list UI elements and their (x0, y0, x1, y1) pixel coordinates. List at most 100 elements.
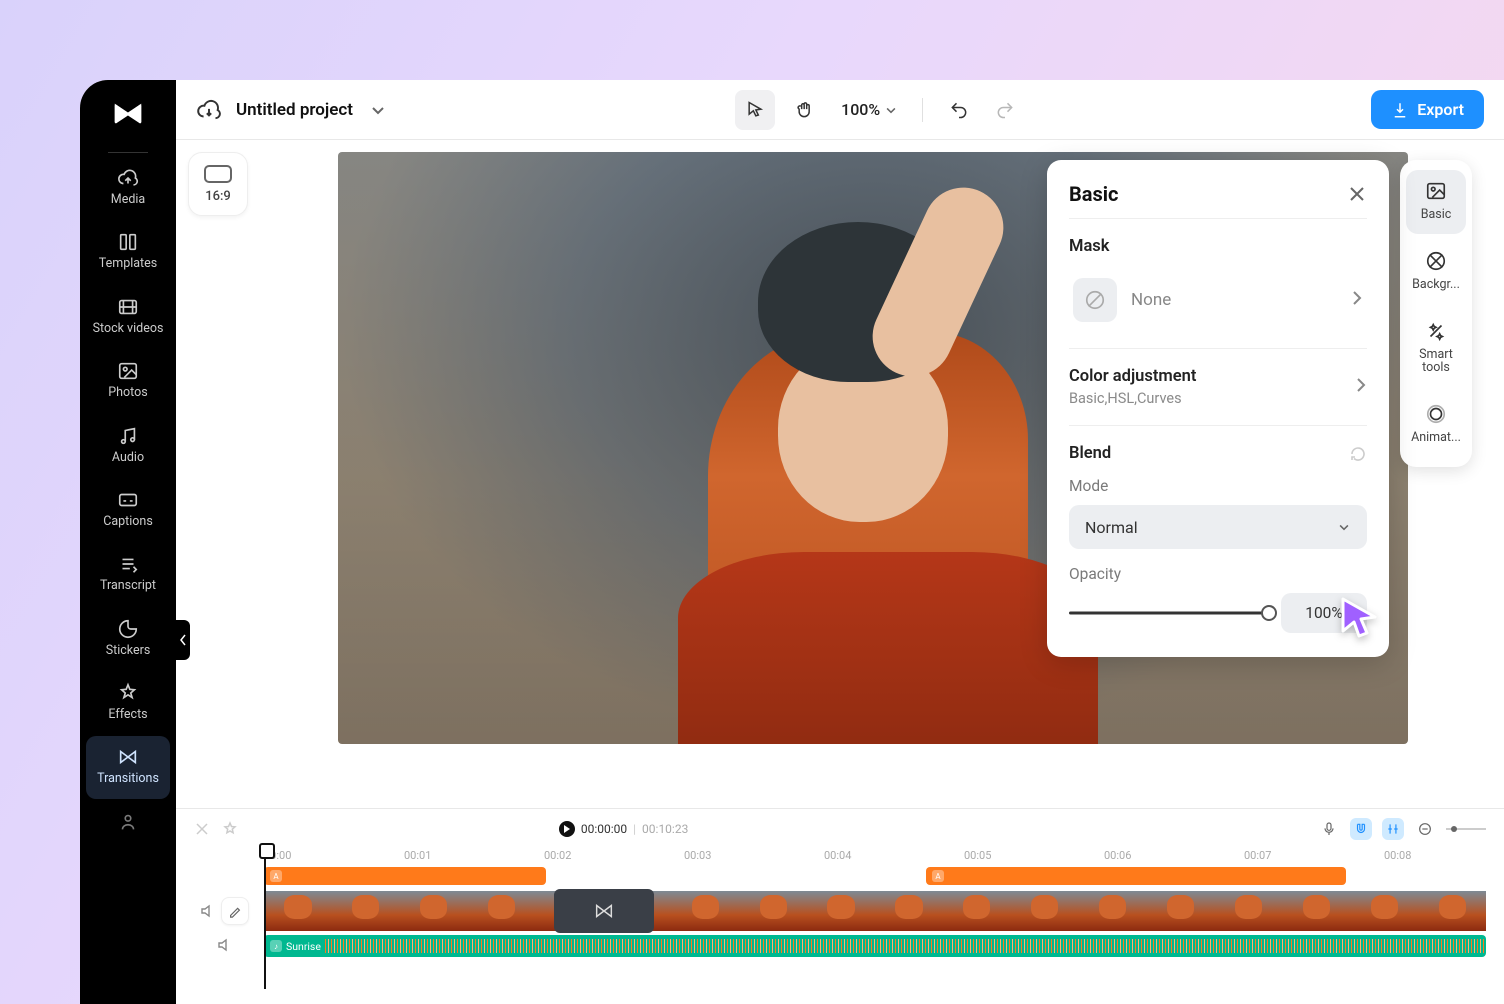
separator (922, 98, 923, 122)
transition-block[interactable] (554, 889, 654, 933)
topbar: Untitled project 100% (176, 80, 1504, 140)
sidebar-item-stickers[interactable]: Stickers (86, 608, 170, 670)
sidebar-item-photos[interactable]: Photos (86, 350, 170, 412)
rail-label: Basic (1421, 208, 1452, 222)
redo-button[interactable] (987, 92, 1023, 128)
rail-item-background[interactable]: Backgr... (1406, 240, 1466, 304)
edit-track-button[interactable] (221, 897, 249, 925)
cloud-sync-icon[interactable] (196, 97, 222, 123)
opacity-field-label: Opacity (1069, 565, 1367, 583)
time-ruler[interactable]: 00:00 00:01 00:02 00:03 00:04 00:05 00:0… (264, 849, 1486, 867)
properties-rail: Basic Backgr... Smart tools Animat... (1400, 160, 1472, 467)
cursor-pointer-overlay (1337, 595, 1381, 639)
clip-label-bar[interactable]: A (926, 867, 1346, 885)
current-time: 00:00:00 (581, 822, 627, 836)
templates-icon (117, 231, 139, 253)
sidebar-item-effects[interactable]: Effects (86, 672, 170, 734)
audio-track-head (194, 937, 254, 953)
slider-thumb[interactable] (1261, 605, 1277, 621)
ruler-tick: 00:03 (684, 849, 711, 862)
reset-icon[interactable] (1349, 445, 1367, 463)
timeline: 00:00:00 | 00:10:23 00:00 00:01 00:02 00… (176, 808, 1504, 1004)
ruler-tick: 00:02 (544, 849, 571, 862)
opacity-slider[interactable] (1069, 605, 1269, 621)
mic-icon[interactable] (1318, 818, 1340, 840)
ruler-tick: 00:08 (1384, 849, 1411, 862)
sidebar-item-transitions[interactable]: Transitions (86, 736, 170, 798)
sidebar-item-stock-videos[interactable]: Stock videos (86, 286, 170, 348)
zoom-out-icon[interactable] (1414, 818, 1436, 840)
sidebar-item-brand[interactable] (86, 801, 170, 845)
favorite-icon[interactable] (222, 821, 238, 837)
sidebar-item-transcript[interactable]: Transcript (86, 543, 170, 605)
rail-item-animation[interactable]: Animat... (1406, 393, 1466, 457)
music-icon (117, 425, 139, 447)
smart-tools-icon (1425, 320, 1447, 342)
zoom-slider-icon[interactable] (1446, 818, 1486, 840)
rail-label: Animat... (1411, 431, 1461, 445)
export-button[interactable]: Export (1371, 90, 1484, 129)
aspect-rect-icon (204, 165, 232, 183)
sidebar-item-templates[interactable]: Templates (86, 221, 170, 283)
video-track[interactable] (264, 891, 1486, 931)
captions-icon (117, 489, 139, 511)
split-icon[interactable] (194, 821, 210, 837)
color-adjustment-row[interactable]: Color adjustment Basic,HSL,Curves (1069, 367, 1367, 407)
basic-panel: Basic Mask None (1047, 160, 1389, 657)
film-icon (117, 296, 139, 318)
sidebar-label: Photos (108, 386, 147, 400)
audio-track[interactable]: ♪ Sunrise (264, 935, 1486, 957)
zoom-value: 100% (841, 100, 880, 119)
cursor-tool-button[interactable] (735, 90, 775, 130)
total-duration: 00:10:23 (642, 822, 688, 836)
none-mask-icon (1073, 278, 1117, 322)
sidebar-label: Audio (112, 451, 144, 465)
rail-item-smart-tools[interactable]: Smart tools (1406, 310, 1466, 388)
close-icon[interactable] (1347, 184, 1367, 204)
blend-mode-value: Normal (1085, 518, 1138, 537)
transitions-icon (117, 746, 139, 768)
rail-item-basic[interactable]: Basic (1406, 170, 1466, 234)
magnet-icon[interactable] (1350, 818, 1372, 840)
audio-waveform (325, 939, 1486, 953)
animation-badge-icon: A (932, 870, 944, 882)
color-adjustment-title: Color adjustment (1069, 367, 1196, 386)
chevron-right-icon (1355, 377, 1367, 397)
zoom-level[interactable]: 100% (841, 100, 898, 119)
mask-selector[interactable]: None (1069, 270, 1367, 330)
cloud-upload-icon (117, 167, 139, 189)
undo-button[interactable] (941, 92, 977, 128)
photo-icon (117, 360, 139, 382)
audio-clip-name: Sunrise (286, 940, 321, 953)
sticker-icon (117, 618, 139, 640)
aspect-ratio-button[interactable]: 16:9 (188, 152, 248, 216)
sidebar-label: Effects (108, 708, 147, 722)
play-button[interactable] (559, 821, 575, 837)
sidebar-label: Stickers (106, 644, 151, 658)
sidebar-label: Transitions (97, 772, 159, 786)
animation-badge-icon: A (270, 870, 282, 882)
playhead[interactable] (264, 849, 266, 989)
sidebar-label: Captions (103, 515, 153, 529)
ruler-tick: 00:01 (404, 849, 431, 862)
blend-mode-select[interactable]: Normal (1069, 505, 1367, 549)
speaker-icon[interactable] (216, 937, 232, 953)
sidebar-label: Templates (99, 257, 157, 271)
speaker-icon[interactable] (199, 903, 215, 919)
background-icon (1425, 250, 1447, 272)
sidebar-item-audio[interactable]: Audio (86, 415, 170, 477)
preview-subject (638, 192, 1118, 742)
effects-icon (117, 682, 139, 704)
color-adjustment-subtitle: Basic,HSL,Curves (1069, 390, 1196, 407)
sidebar-item-captions[interactable]: Captions (86, 479, 170, 541)
chevron-down-icon[interactable] (369, 101, 387, 119)
project-title[interactable]: Untitled project (236, 100, 353, 120)
mode-field-label: Mode (1069, 477, 1367, 495)
hand-tool-button[interactable] (785, 90, 825, 130)
ruler-tick: 00:07 (1244, 849, 1271, 862)
sidebar-collapse-handle[interactable] (176, 620, 190, 660)
snap-icon[interactable] (1382, 818, 1404, 840)
basic-icon (1425, 180, 1447, 202)
sidebar-item-media[interactable]: Media (86, 157, 170, 219)
clip-label-bar[interactable]: A (264, 867, 546, 885)
